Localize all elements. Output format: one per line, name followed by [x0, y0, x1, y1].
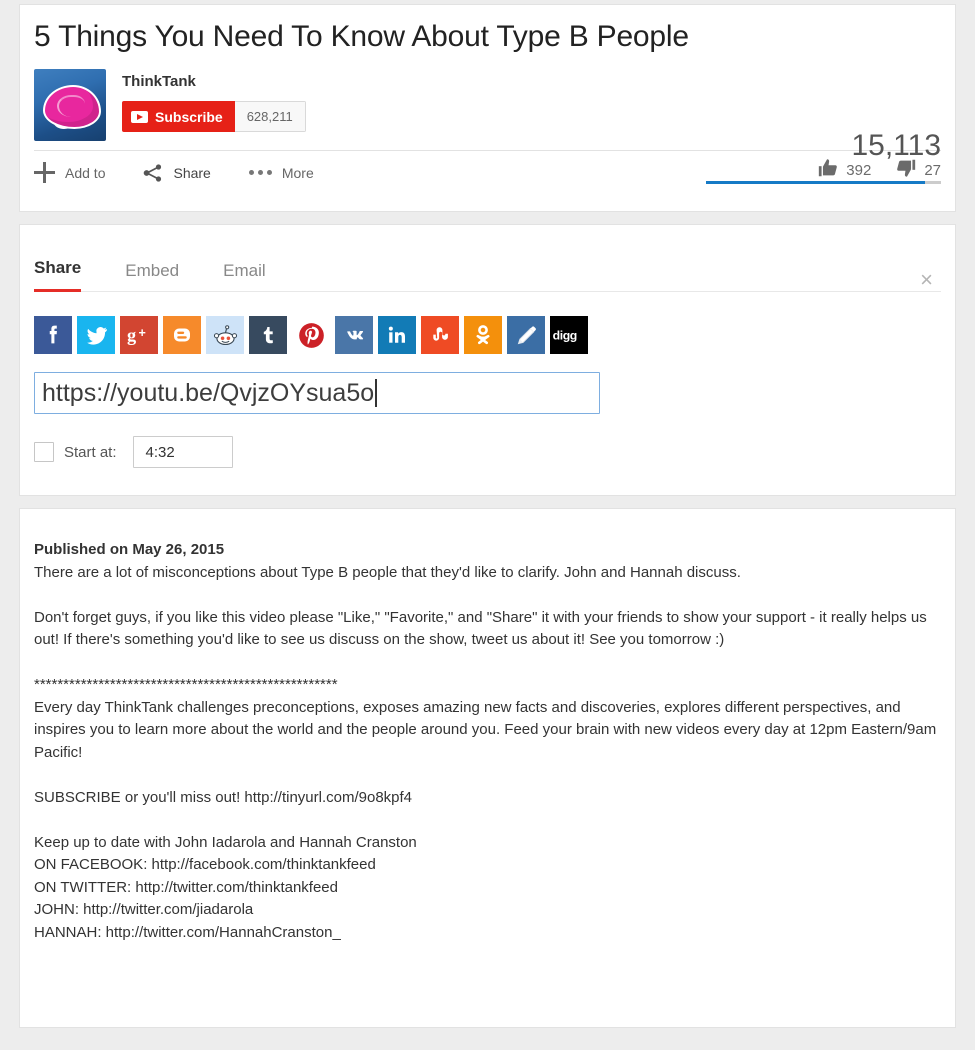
description-paragraph-1: There are a lot of misconceptions about … [34, 563, 741, 581]
share-tabs: Share Embed Email [34, 225, 941, 292]
like-button[interactable]: 392 [817, 157, 871, 183]
facebook-share-icon[interactable] [34, 316, 72, 354]
vk-share-icon[interactable] [335, 316, 373, 354]
channel-row: ThinkTank Subscribe 628,211 15,113 [20, 61, 955, 184]
tab-email[interactable]: Email [223, 261, 266, 292]
reddit-share-icon[interactable] [206, 316, 244, 354]
share-button[interactable]: Share [143, 163, 211, 182]
video-description-card: Published on May 26, 2015 There are a lo… [19, 508, 956, 1028]
tab-share[interactable]: Share [34, 258, 82, 292]
linkedin-share-icon[interactable] [378, 316, 416, 354]
more-dots-icon [248, 170, 272, 175]
odnoklassniki-share-icon[interactable] [464, 316, 502, 354]
svg-text:+: + [138, 326, 145, 340]
start-at-time-input[interactable]: 4:32 [132, 436, 233, 468]
subscribe-button[interactable]: Subscribe [122, 101, 235, 132]
published-date: Published on May 26, 2015 [34, 541, 225, 558]
dislike-button[interactable]: 27 [895, 157, 941, 183]
more-label: More [281, 164, 314, 181]
description-line-john: JOHN: http://twitter.com/jiadarola [34, 901, 254, 918]
youtube-play-icon [131, 110, 148, 123]
channel-name[interactable]: ThinkTank [122, 73, 306, 90]
share-url-value: https://youtu.be/QvjzOYsua5o [42, 378, 375, 407]
twitter-share-icon[interactable] [77, 316, 115, 354]
blogger-share-icon[interactable] [163, 316, 201, 354]
start-at-row: Start at: 4:32 [34, 436, 941, 468]
svg-text:g: g [126, 325, 135, 345]
like-count: 392 [846, 161, 872, 179]
vote-group: 392 27 [817, 157, 941, 183]
tumblr-share-icon[interactable] [249, 316, 287, 354]
stumbleupon-share-icon[interactable] [421, 316, 459, 354]
dislike-count: 27 [924, 161, 941, 179]
google-plus-share-icon[interactable]: g + [120, 316, 158, 354]
action-bar: Add to Share More 392 27 [20, 151, 955, 183]
video-header-card: 5 Things You Need To Know About Type B P… [19, 4, 956, 212]
start-at-label: Start at: [64, 443, 117, 461]
social-share-row: g + digg [34, 316, 941, 354]
description-star-divider: ****************************************… [34, 676, 338, 693]
plus-icon [34, 162, 55, 183]
description-line-twitter: ON TWITTER: http://twitter.com/thinktank… [34, 878, 338, 896]
description-line-facebook: ON FACEBOOK: http://facebook.com/thinkta… [34, 856, 376, 873]
svg-text:digg: digg [553, 329, 577, 343]
description-line-hannah: HANNAH: http://twitter.com/HannahCransto… [34, 923, 341, 941]
description-paragraph-4: SUBSCRIBE or you'll miss out! http://tin… [34, 788, 413, 806]
youtube-video-page: 5 Things You Need To Know About Type B P… [0, 0, 975, 1050]
channel-meta: ThinkTank Subscribe 628,211 [122, 69, 306, 132]
add-to-button[interactable]: Add to [34, 162, 105, 183]
subscribe-button-label: Subscribe [155, 108, 223, 125]
subscribe-group: Subscribe 628,211 [122, 101, 306, 132]
text-cursor [375, 379, 378, 407]
more-button[interactable]: More [248, 164, 314, 181]
close-icon[interactable]: × [920, 269, 933, 291]
description-line-keepup: Keep up to date with John Iadarola and H… [34, 833, 417, 851]
brain-icon [43, 85, 101, 129]
add-to-label: Add to [65, 164, 106, 181]
description-paragraph-2: Don't forget guys, if you like this vide… [34, 608, 927, 649]
tab-embed[interactable]: Embed [125, 261, 179, 292]
pinterest-share-icon[interactable] [292, 316, 330, 354]
page-title: 5 Things You Need To Know About Type B P… [34, 20, 689, 53]
thumbs-up-icon [817, 157, 839, 183]
share-url-input[interactable]: https://youtu.be/QvjzOYsua5o [34, 372, 600, 414]
share-label: Share [173, 164, 211, 181]
subscriber-count[interactable]: 628,211 [234, 101, 306, 132]
digg-share-icon[interactable]: digg [550, 316, 588, 354]
start-at-checkbox[interactable] [34, 442, 54, 462]
description-paragraph-3: Every day ThinkTank challenges preconcep… [34, 698, 937, 761]
share-icon [143, 163, 163, 182]
livejournal-share-icon[interactable] [507, 316, 545, 354]
share-panel-card: × Share Embed Email g + digg https://you… [19, 224, 956, 496]
thumbs-down-icon [895, 157, 917, 183]
avatar[interactable] [34, 69, 106, 141]
